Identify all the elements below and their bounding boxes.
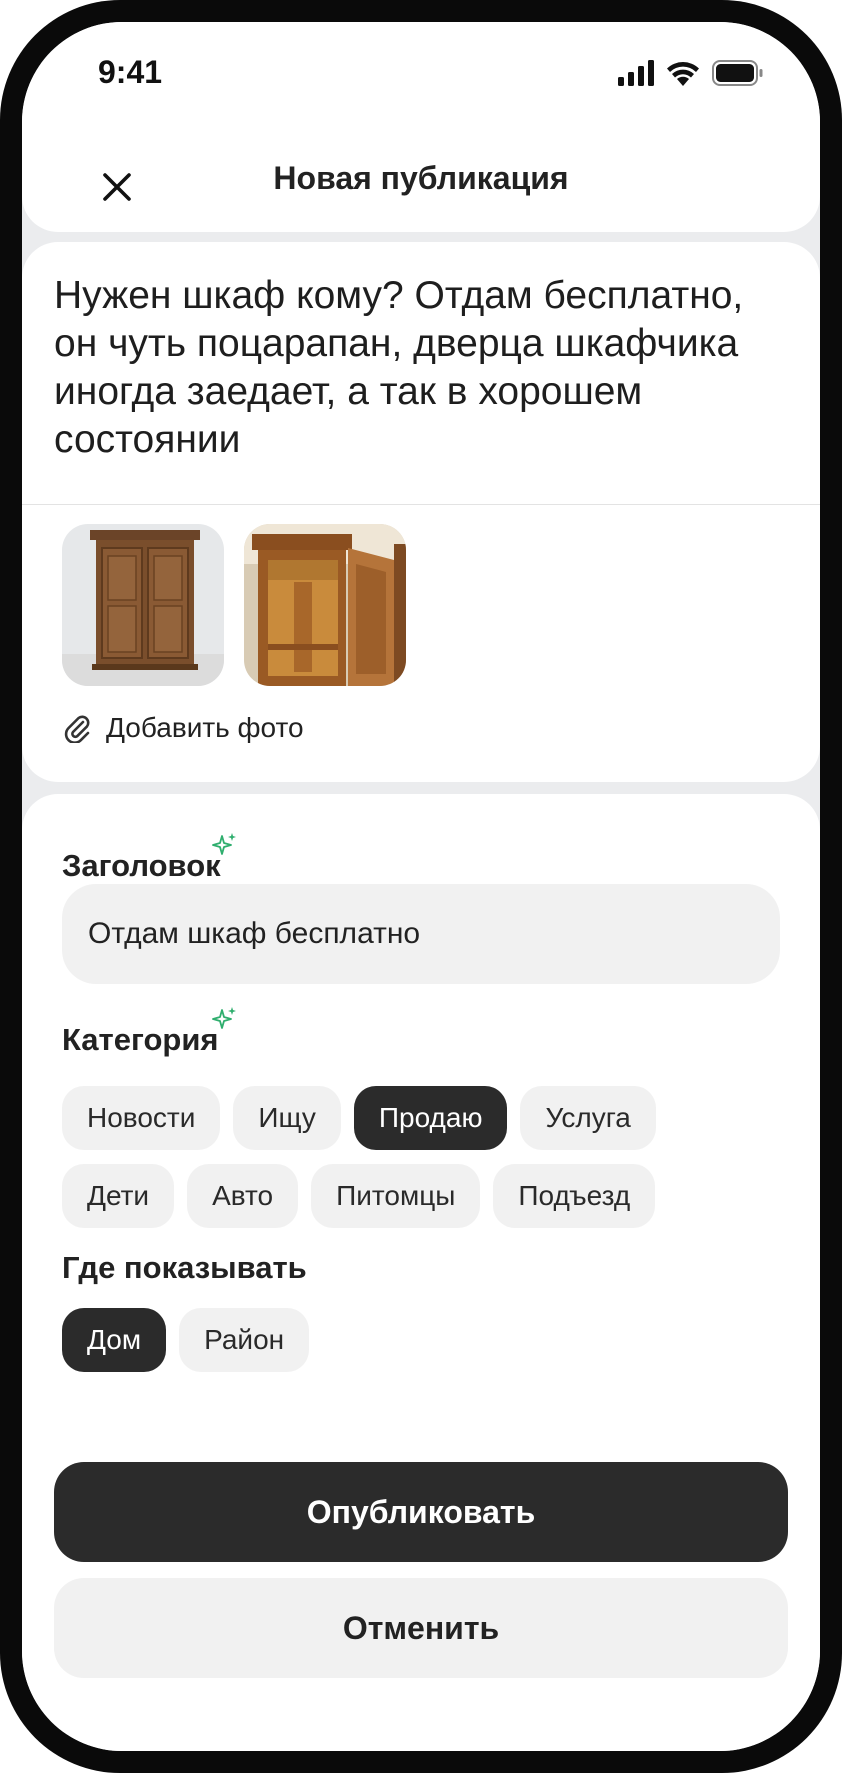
wardrobe-closed-image	[62, 524, 224, 686]
signal-icon	[618, 60, 654, 86]
category-chip-selling[interactable]: Продаю	[353, 1086, 508, 1150]
publish-button[interactable]: Опубликовать	[54, 1462, 788, 1562]
divider	[22, 504, 820, 505]
wifi-icon	[667, 62, 699, 86]
status-time: 9:41	[98, 54, 163, 90]
category-chip-news[interactable]: Новости	[62, 1086, 221, 1150]
post-text[interactable]: Нужен шкаф кому? Отдам бесплатно, он чут…	[54, 272, 774, 464]
post-content-card: Нужен шкаф кому? Отдам бесплатно, он чут…	[22, 242, 820, 782]
page-title: Новая публикация	[273, 160, 569, 196]
paperclip-icon	[64, 715, 90, 743]
header: 9:41 Новая публикация	[22, 22, 820, 232]
status-icons	[618, 60, 764, 86]
category-chip-service[interactable]: Услуга	[520, 1086, 656, 1150]
category-chip-entrance[interactable]: Подъезд	[493, 1164, 656, 1228]
screen: 9:41 Новая публикация Нужен шкаф кому? О…	[22, 22, 820, 1751]
title-label: Заголовок	[62, 848, 221, 883]
where-chip-home[interactable]: Дом	[62, 1308, 167, 1372]
wardrobe-photo-closed[interactable]	[62, 524, 224, 686]
category-chip-pets[interactable]: Питомцы	[311, 1164, 481, 1228]
where-to-show-chips: Дом Район	[62, 1308, 310, 1372]
phone-frame: 9:41 Новая публикация Нужен шкаф кому? О…	[0, 0, 842, 1773]
battery-icon	[712, 60, 763, 86]
sparkle-icon	[212, 833, 236, 855]
category-chips-row-1: Новости Ищу Продаю Услуга	[62, 1086, 656, 1150]
sparkle-icon	[212, 1007, 236, 1029]
post-settings-card: Заголовок Категория Новости Ищу Продаю У…	[22, 794, 820, 1751]
category-chip-search[interactable]: Ищу	[233, 1086, 341, 1150]
category-chip-kids[interactable]: Дети	[62, 1164, 175, 1228]
where-chip-district[interactable]: Район	[179, 1308, 310, 1372]
category-label: Категория	[62, 1022, 219, 1057]
cancel-button[interactable]: Отменить	[54, 1578, 788, 1678]
wardrobe-open-image	[244, 524, 406, 686]
add-photo-button[interactable]: Добавить фото	[62, 712, 304, 744]
wardrobe-photo-open[interactable]	[244, 524, 406, 686]
where-to-show-label: Где показывать	[62, 1250, 307, 1285]
title-input[interactable]	[62, 884, 780, 984]
add-photo-label: Добавить фото	[106, 712, 304, 743]
category-chips-row-2: Дети Авто Питомцы Подъезд	[62, 1164, 656, 1228]
category-chip-auto[interactable]: Авто	[187, 1164, 299, 1228]
